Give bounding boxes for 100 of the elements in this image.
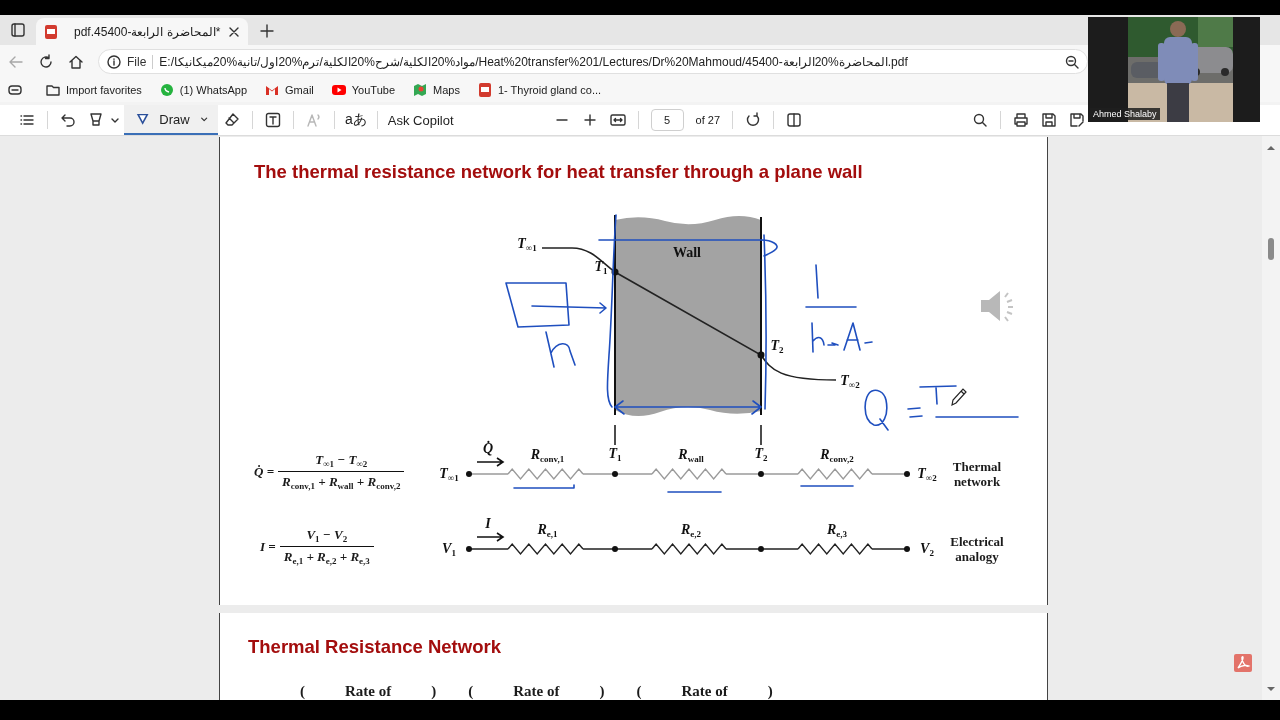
close-icon[interactable] — [228, 25, 241, 38]
pen-cursor-icon — [949, 386, 967, 408]
node-label: T$_{1}$ — [608, 446, 622, 465]
ink-stroke — [513, 484, 575, 489]
scroll-up-icon[interactable] — [1266, 144, 1276, 152]
scrollbar-thumb[interactable] — [1268, 238, 1274, 260]
fit-width-icon[interactable] — [609, 112, 626, 128]
tick-line — [760, 424, 762, 446]
print-icon[interactable] — [1013, 112, 1029, 128]
equation-denominator: R$_{conv,1}$ + R$_{wall}$ + R$_{conv,2}$ — [278, 471, 405, 491]
sink-label: T$_{∞2}$ — [917, 466, 937, 485]
flow-arrow — [476, 457, 505, 467]
participant-name: Ahmed Shalaby — [1090, 108, 1160, 120]
acrobat-icon[interactable] — [1234, 654, 1252, 672]
flow-label: I — [485, 516, 491, 532]
search-icon[interactable] — [972, 112, 988, 128]
save-icon[interactable] — [1041, 112, 1057, 128]
equation-denominator: R$_{e,1}$ + R$_{e,2}$ + R$_{e,3}$ — [279, 546, 374, 566]
pen-tip-icon — [136, 111, 150, 127]
term-text: Rate of — [681, 683, 728, 700]
bookmark-item[interactable]: YouTube — [325, 81, 402, 99]
page-count: of 27 — [695, 114, 720, 126]
tick-line — [614, 424, 616, 446]
parenthesis: ) — [599, 683, 605, 700]
collections-icon[interactable] — [8, 83, 22, 97]
flow-label: Q̇ — [482, 441, 494, 457]
ink-stroke — [800, 485, 854, 487]
tab-actions-icon[interactable] — [10, 22, 26, 38]
mail-icon — [265, 83, 280, 97]
bookmark-item[interactable]: (1) WhatsApp — [153, 81, 254, 99]
equation-numerator: V$_{1}$ − V$_{2}$ — [305, 527, 349, 546]
eraser-icon[interactable] — [224, 112, 240, 128]
chat-bubble-icon — [159, 83, 174, 97]
undo-icon[interactable] — [60, 112, 76, 128]
bookmark-item[interactable]: Gmail — [259, 81, 320, 99]
parenthesis: ) — [431, 683, 437, 700]
flow-arrow — [476, 532, 505, 542]
source-label: T$_{∞1}$ — [439, 466, 459, 485]
draw-button[interactable]: Draw — [124, 105, 218, 135]
resistor-label: R$_{e,2}$ — [680, 522, 702, 541]
parenthesis: ) — [767, 683, 773, 700]
node-dot — [758, 546, 764, 552]
temperature-label: T$_{1}$ — [594, 259, 608, 278]
new-tab-icon[interactable] — [260, 24, 275, 38]
resistor-label: R$_{e,3}$ — [826, 522, 848, 541]
resistor-label: R$_{conv,2}$ — [820, 447, 854, 466]
node-dot — [466, 471, 472, 477]
folder-icon — [46, 83, 60, 97]
play-icon — [331, 83, 346, 97]
rotate-icon[interactable] — [745, 112, 761, 128]
pdf-file-icon — [477, 83, 492, 97]
equation-text: I = — [260, 538, 276, 555]
term-text: Rate of — [513, 683, 560, 700]
network-caption: Electrical analogy — [949, 534, 1005, 564]
refresh-icon[interactable] — [38, 53, 54, 70]
ink-stroke — [545, 331, 576, 368]
highlighter-icon[interactable] — [88, 112, 104, 128]
url-text: E:/مواد%20الكلية/شرح%20الكلية/ترم%20اول/تانية%20ميكانيكا/Heat%20transfer%201/Lectures/Dr%20Mahmoud/المحاضرة%20الرابعة-45400.pdf — [159, 54, 909, 69]
temperature-label: T$_{∞2}$ — [840, 373, 860, 392]
sink-label: V$_{2}$ — [920, 541, 934, 560]
wall-label: Wall — [673, 245, 701, 261]
info-icon[interactable] — [107, 54, 121, 69]
resistor-label: R$_{conv,1}$ — [530, 447, 565, 466]
parenthesis: ( — [468, 683, 474, 700]
page-number-field[interactable]: 5 — [650, 109, 684, 131]
node-dot — [612, 546, 618, 552]
page-view-icon[interactable] — [786, 112, 802, 128]
url-scheme-label: File — [127, 54, 154, 69]
text-box-icon[interactable] — [265, 112, 281, 128]
contents-icon[interactable] — [19, 112, 35, 128]
temperature-label: T$_{∞1}$ — [517, 236, 537, 255]
zoom-in-icon[interactable] — [581, 112, 598, 128]
ask-copilot-button[interactable]: Ask Copilot — [383, 112, 458, 128]
node-dot — [757, 351, 765, 359]
node-dot — [466, 546, 472, 552]
pdf-file-icon — [44, 23, 58, 40]
resistor-label: R$_{e,1}$ — [537, 522, 558, 541]
resistor-label: R$_{wall}$ — [678, 447, 704, 466]
node-label: T$_{2}$ — [754, 446, 768, 465]
bookmark-item[interactable]: 1- Thyroid gland co... — [471, 81, 608, 99]
scroll-down-icon[interactable] — [1266, 685, 1276, 693]
bookmark-item[interactable]: Maps — [407, 81, 466, 99]
translate-button[interactable]: aあ — [341, 111, 371, 129]
home-icon[interactable] — [68, 53, 84, 70]
zoom-out-icon[interactable] — [1065, 54, 1079, 69]
node-dot — [904, 471, 910, 477]
map-pin-icon — [413, 83, 428, 97]
equation-text: Q̇ = — [254, 463, 275, 480]
source-label: V$_{1}$ — [442, 541, 456, 560]
term-text: Rate of — [345, 683, 392, 700]
slide-heading: The thermal resistance network for heat transfer through a plane wall — [253, 160, 864, 184]
network-caption: Thermal network — [951, 459, 1003, 489]
node-dot — [904, 546, 910, 552]
bookmark-item[interactable]: Import favorites — [40, 81, 148, 99]
node-dot — [758, 471, 764, 477]
node-dot — [612, 471, 618, 477]
slide-heading: Thermal Resistance Network — [247, 635, 502, 659]
save-as-icon[interactable] — [1069, 112, 1085, 128]
browser-tab[interactable]: *المحاضرة الرابعة-45400.pdf — [36, 18, 249, 45]
temperature-label: T$_{2}$ — [770, 338, 784, 357]
